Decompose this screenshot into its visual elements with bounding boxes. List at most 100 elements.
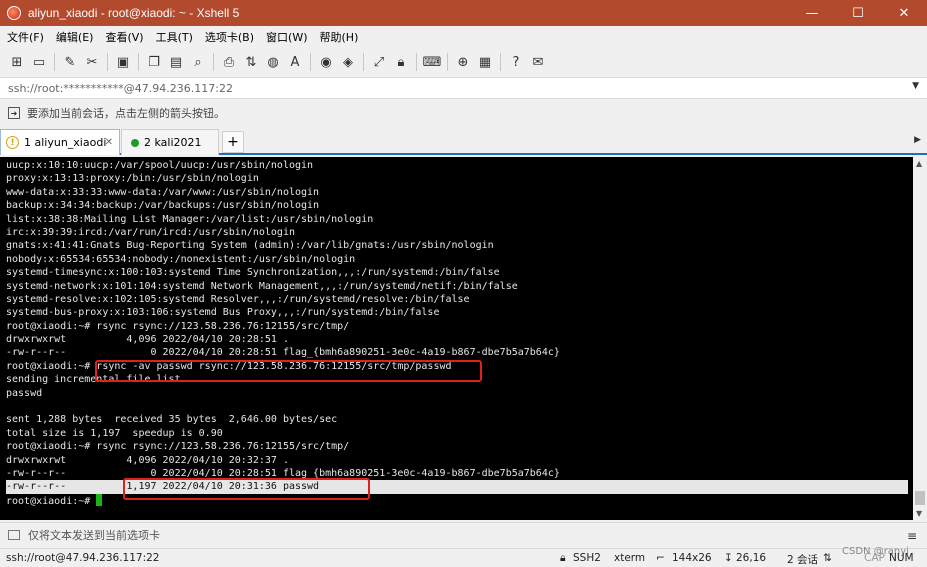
terminal-line-text: gnats:x:41:41:Gnats Bug-Reporting System… [6, 240, 494, 252]
refresh-icon: ⇅ [823, 552, 832, 564]
status-caps: CAP [864, 552, 885, 564]
tab-kali2021[interactable]: 2 kali2021 [121, 129, 219, 155]
toolbar-separator [54, 53, 55, 71]
arrow-button-icon[interactable]: ➜ [8, 107, 20, 119]
terminal-output[interactable]: uucp:x:10:10:uucp:/var/spool/uucp:/usr/s… [6, 159, 911, 507]
lock-icon[interactable]: 🔒︎ [390, 52, 412, 72]
xftp-icon[interactable]: ◉ [315, 52, 337, 72]
print-icon[interactable]: ⎙ [218, 52, 240, 72]
terminal-line-text: root@xiaodi:~# rsync rsync://123.58.236.… [6, 441, 350, 453]
xshell-app-icon [7, 6, 21, 20]
terminal-line: gnats:x:41:41:Gnats Bug-Reporting System… [6, 239, 911, 252]
terminal-line: root@xiaodi:~# rsync rsync://123.58.236.… [6, 320, 911, 333]
send-text-label: 仅将文本发送到当前选项卡 [28, 528, 160, 542]
connect-icon[interactable]: ✎ [59, 52, 81, 72]
terminal-line: drwxrwxrwt 4,096 2022/04/10 20:28:51 . [6, 333, 911, 346]
menu-tab[interactable]: 选项卡(B) [200, 29, 259, 45]
toolbar-separator [447, 53, 448, 71]
menu-view[interactable]: 查看(V) [100, 29, 148, 45]
status-protocol: SSH2 [573, 552, 601, 564]
annotation-box-passwd-listing [123, 478, 370, 500]
terminal-line: systemd-resolve:x:102:105:systemd Resolv… [6, 293, 911, 306]
tab-aliyun-xiaodi[interactable]: ! 1 aliyun_xiaodi ✕ [0, 129, 120, 155]
terminal-line: systemd-network:x:101:104:systemd Networ… [6, 280, 911, 293]
terminal-line-text: systemd-network:x:101:104:systemd Networ… [6, 280, 518, 292]
scroll-up-icon[interactable]: ▲ [916, 159, 922, 168]
terminal-line-text: uucp:x:10:10:uucp:/var/spool/uucp:/usr/s… [6, 160, 314, 171]
close-button[interactable]: ✕ [881, 0, 927, 26]
globe-icon[interactable]: ◍ [262, 52, 284, 72]
terminal-line: irc:x:39:39:ircd:/var/run/ircd:/usr/sbin… [6, 226, 911, 239]
terminal-line-text: www-data:x:33:33:www-data:/var/www:/usr/… [6, 186, 320, 198]
terminal-line-text: proxy:x:13:13:proxy:/bin:/usr/sbin/nolog… [6, 173, 259, 185]
compose-icon[interactable]: ⊕ [452, 52, 474, 72]
add-tab-button[interactable]: + [222, 131, 244, 153]
disconnect-icon[interactable]: ✂ [81, 52, 103, 72]
terminal-line: root@xiaodi:~# rsync rsync://123.58.236.… [6, 440, 911, 453]
toolbar-separator [500, 53, 501, 71]
address-input[interactable]: ssh://root:***********@47.94.236.117:22 [8, 82, 233, 95]
minimize-button[interactable]: — [789, 0, 835, 26]
terminal-scrollbar[interactable]: ▲ ▼ [913, 157, 927, 520]
find-icon[interactable]: ⌕ [187, 52, 209, 72]
toolbar-separator [363, 53, 364, 71]
properties-icon[interactable]: ▣ [112, 52, 134, 72]
menu-help[interactable]: 帮助(H) [315, 29, 364, 45]
transfer-icon[interactable]: ⇅ [240, 52, 262, 72]
tab-scroll-right-icon[interactable]: ▶ [914, 135, 921, 145]
toolbar-separator [213, 53, 214, 71]
menu-tools[interactable]: 工具(T) [151, 29, 198, 45]
terminal-line: list:x:38:38:Mailing List Manager:/var/l… [6, 213, 911, 226]
resize-icon: ⌐ [656, 552, 665, 564]
terminal-cursor [96, 493, 103, 506]
terminal-line-text: passwd [6, 387, 43, 399]
close-tab-icon[interactable]: ✕ [105, 137, 113, 148]
xmanager-icon[interactable]: ◈ [337, 52, 359, 72]
menu-bar: 文件(F) 编辑(E) 查看(V) 工具(T) 选项卡(B) 窗口(W) 帮助(… [0, 26, 927, 48]
menu-window[interactable]: 窗口(W) [261, 29, 312, 45]
status-connection: ssh://root@47.94.236.117:22 [6, 552, 160, 564]
terminal-line: total size is 1,197 speedup is 0.90 [6, 427, 911, 440]
scroll-down-icon[interactable]: ▼ [916, 509, 922, 518]
terminal-line-text: sent 1,288 bytes received 35 bytes 2,646… [6, 414, 338, 426]
terminal-line: systemd-bus-proxy:x:103:106:systemd Bus … [6, 306, 911, 319]
terminal-line: uucp:x:10:10:uucp:/var/spool/uucp:/usr/s… [6, 159, 911, 172]
terminal-line-text: -rw-r--r-- 0 2022/04/10 20:28:51 flag_{b… [6, 347, 560, 359]
layout-icon[interactable]: ▦ [474, 52, 496, 72]
toolbar: ⊞ ▭ ✎ ✂ ▣ ❐ ▤ ⌕ ⎙ ⇅ ◍ A ◉ ◈ ⤢ 🔒︎ ⌨ ⊕ ▦ ?… [0, 48, 927, 76]
status-num: NUM [889, 552, 914, 564]
annotation-box-rsync-upload [95, 360, 482, 382]
tab-label: 1 aliyun_xiaodi [24, 136, 107, 149]
terminal-line-text: drwxrwxrwt 4,096 2022/04/10 20:28:51 . [6, 334, 289, 346]
paste-icon[interactable]: ▤ [165, 52, 187, 72]
font-icon[interactable]: A [284, 52, 306, 72]
terminal-line-text: drwxrwxrwt 4,096 2022/04/10 20:32:37 . [6, 454, 289, 466]
terminal-line: passwd [6, 387, 911, 400]
address-bar[interactable]: ssh://root:***********@47.94.236.117:22 … [0, 77, 927, 99]
terminal-line-text: list:x:38:38:Mailing List Manager:/var/l… [6, 213, 374, 225]
menu-icon[interactable]: ≡ [907, 529, 917, 543]
new-session-icon[interactable]: ⊞ [6, 52, 28, 72]
maximize-button[interactable]: ☐ [835, 0, 881, 26]
menu-edit[interactable]: 编辑(E) [51, 29, 99, 45]
terminal-line: nobody:x:65534:65534:nobody:/nonexistent… [6, 253, 911, 266]
chat-icon[interactable]: ✉ [527, 52, 549, 72]
terminal-line: -rw-r--r-- 0 2022/04/10 20:28:51 flag_{b… [6, 346, 911, 359]
toolbar-separator [416, 53, 417, 71]
open-folder-icon[interactable]: ▭ [28, 52, 50, 72]
terminal-line: drwxrwxrwt 4,096 2022/04/10 20:32:37 . [6, 454, 911, 467]
tab-label: 2 kali2021 [144, 136, 202, 149]
terminal-area[interactable]: uucp:x:10:10:uucp:/var/spool/uucp:/usr/s… [0, 157, 927, 520]
terminal-line-text: backup:x:34:34:backup:/var/backups:/usr/… [6, 200, 320, 212]
fullscreen-icon[interactable]: ⤢ [368, 52, 390, 72]
compose-send-bar[interactable]: 仅将文本发送到当前选项卡 ≡ [0, 522, 927, 546]
terminal-line-text: root@xiaodi:~# [6, 495, 97, 507]
menu-file[interactable]: 文件(F) [2, 29, 49, 45]
copy-icon[interactable]: ❐ [143, 52, 165, 72]
keyboard-icon[interactable]: ⌨ [421, 52, 443, 72]
help-icon[interactable]: ? [505, 52, 527, 72]
scrollbar-thumb[interactable] [915, 491, 925, 505]
chevron-down-icon[interactable]: ▼ [912, 81, 919, 91]
terminal-line: www-data:x:33:33:www-data:/var/www:/usr/… [6, 186, 911, 199]
